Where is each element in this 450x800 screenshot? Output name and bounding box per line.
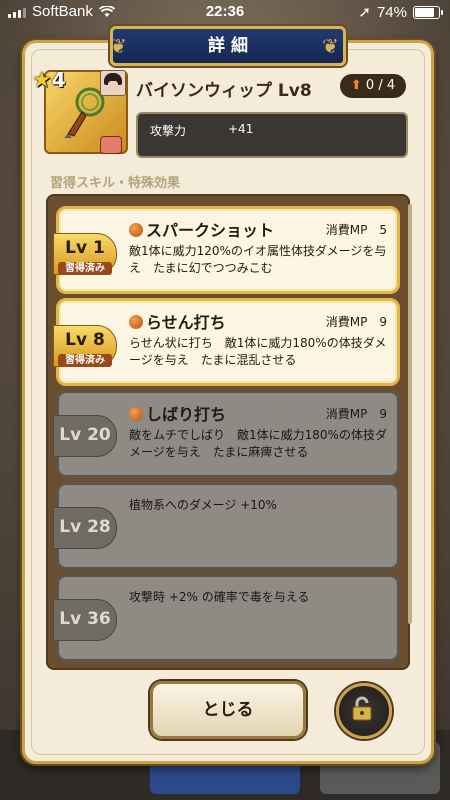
level-badge: Lv 8 習得済み	[53, 325, 117, 367]
up-arrow-icon: ⬆	[350, 78, 362, 93]
skill-name: スパークショット	[129, 217, 274, 241]
location-icon: ➚	[358, 4, 371, 21]
ornament-icon: ❦	[110, 34, 127, 58]
level-badge: Lv 20	[53, 415, 117, 457]
status-bar: SoftBank 22:36 ➚ 74%	[0, 0, 450, 24]
mp-cost: 消費MP 9	[325, 407, 387, 421]
skill-card[interactable]: Lv 8 習得済み らせん打ち 消費MP 9 らせん状に打ち 敵1体に威力180…	[53, 298, 400, 386]
skill-description: らせん状に打ち 敵1体に威力180%の体技ダメージを与え たまに混乱させる	[129, 336, 387, 367]
effect-card[interactable]: Lv 36 攻撃時 +2% の確率で毒を与える	[53, 574, 400, 662]
mp-cost: 消費MP 5	[325, 223, 387, 237]
skill-description: 敵1体に威力120%のイオ属性体技ダメージを与え たまに幻でつつみこむ	[129, 244, 387, 275]
lock-button[interactable]	[336, 683, 392, 739]
rarity-badge: ★4	[32, 68, 66, 93]
level-badge: Lv 28	[53, 507, 117, 549]
level-badge: Lv 1 習得済み	[53, 233, 117, 275]
close-button[interactable]: とじる	[150, 681, 306, 739]
star-icon: ★	[32, 68, 52, 93]
stat-label: 攻撃力	[150, 124, 187, 138]
skill-orb-icon	[129, 315, 143, 329]
item-name: バイソンウィップ Lv8	[136, 81, 312, 101]
skill-orb-icon	[129, 407, 143, 421]
unlock-icon	[352, 696, 372, 721]
stat-box: 攻撃力 +41	[136, 112, 408, 158]
skill-name: しばり打ち	[129, 401, 226, 425]
effect-description: 攻撃時 +2% の確率で毒を与える	[129, 590, 310, 604]
skill-card[interactable]: Lv 1 習得済み スパークショット 消費MP 5 敵1体に威力120%のイオ属…	[53, 206, 400, 294]
ornament-icon: ❦	[322, 34, 339, 58]
effect-description: 植物系へのダメージ +10%	[129, 498, 277, 512]
skill-orb-icon	[129, 223, 143, 237]
mp-cost: 消費MP 9	[325, 315, 387, 329]
scrollbar[interactable]	[408, 204, 412, 624]
level-badge: Lv 36	[53, 599, 117, 641]
equip-tag-icon	[100, 136, 122, 154]
skill-list[interactable]: Lv 1 習得済み スパークショット 消費MP 5 敵1体に威力120%のイオ属…	[46, 194, 410, 670]
battery-percent: 74%	[376, 3, 407, 21]
dialog-title: 詳 細	[110, 26, 346, 66]
skill-card[interactable]: Lv 20 しばり打ち 消費MP 9 敵をムチでしばり 敵1体に威力180%の体…	[53, 390, 400, 478]
character-avatar	[100, 70, 126, 96]
battery-icon	[413, 5, 443, 19]
skill-name: らせん打ち	[129, 309, 226, 333]
skill-description: 敵をムチでしばり 敵1体に威力180%の体技ダメージを与え たまに麻痺させる	[129, 428, 387, 459]
upgrade-counter: ⬆ 0 / 4	[340, 74, 406, 98]
effect-card[interactable]: Lv 28 植物系へのダメージ +10%	[53, 482, 400, 570]
stat-value: +41	[228, 122, 254, 136]
section-label: 習得スキル・特殊効果	[50, 176, 181, 191]
